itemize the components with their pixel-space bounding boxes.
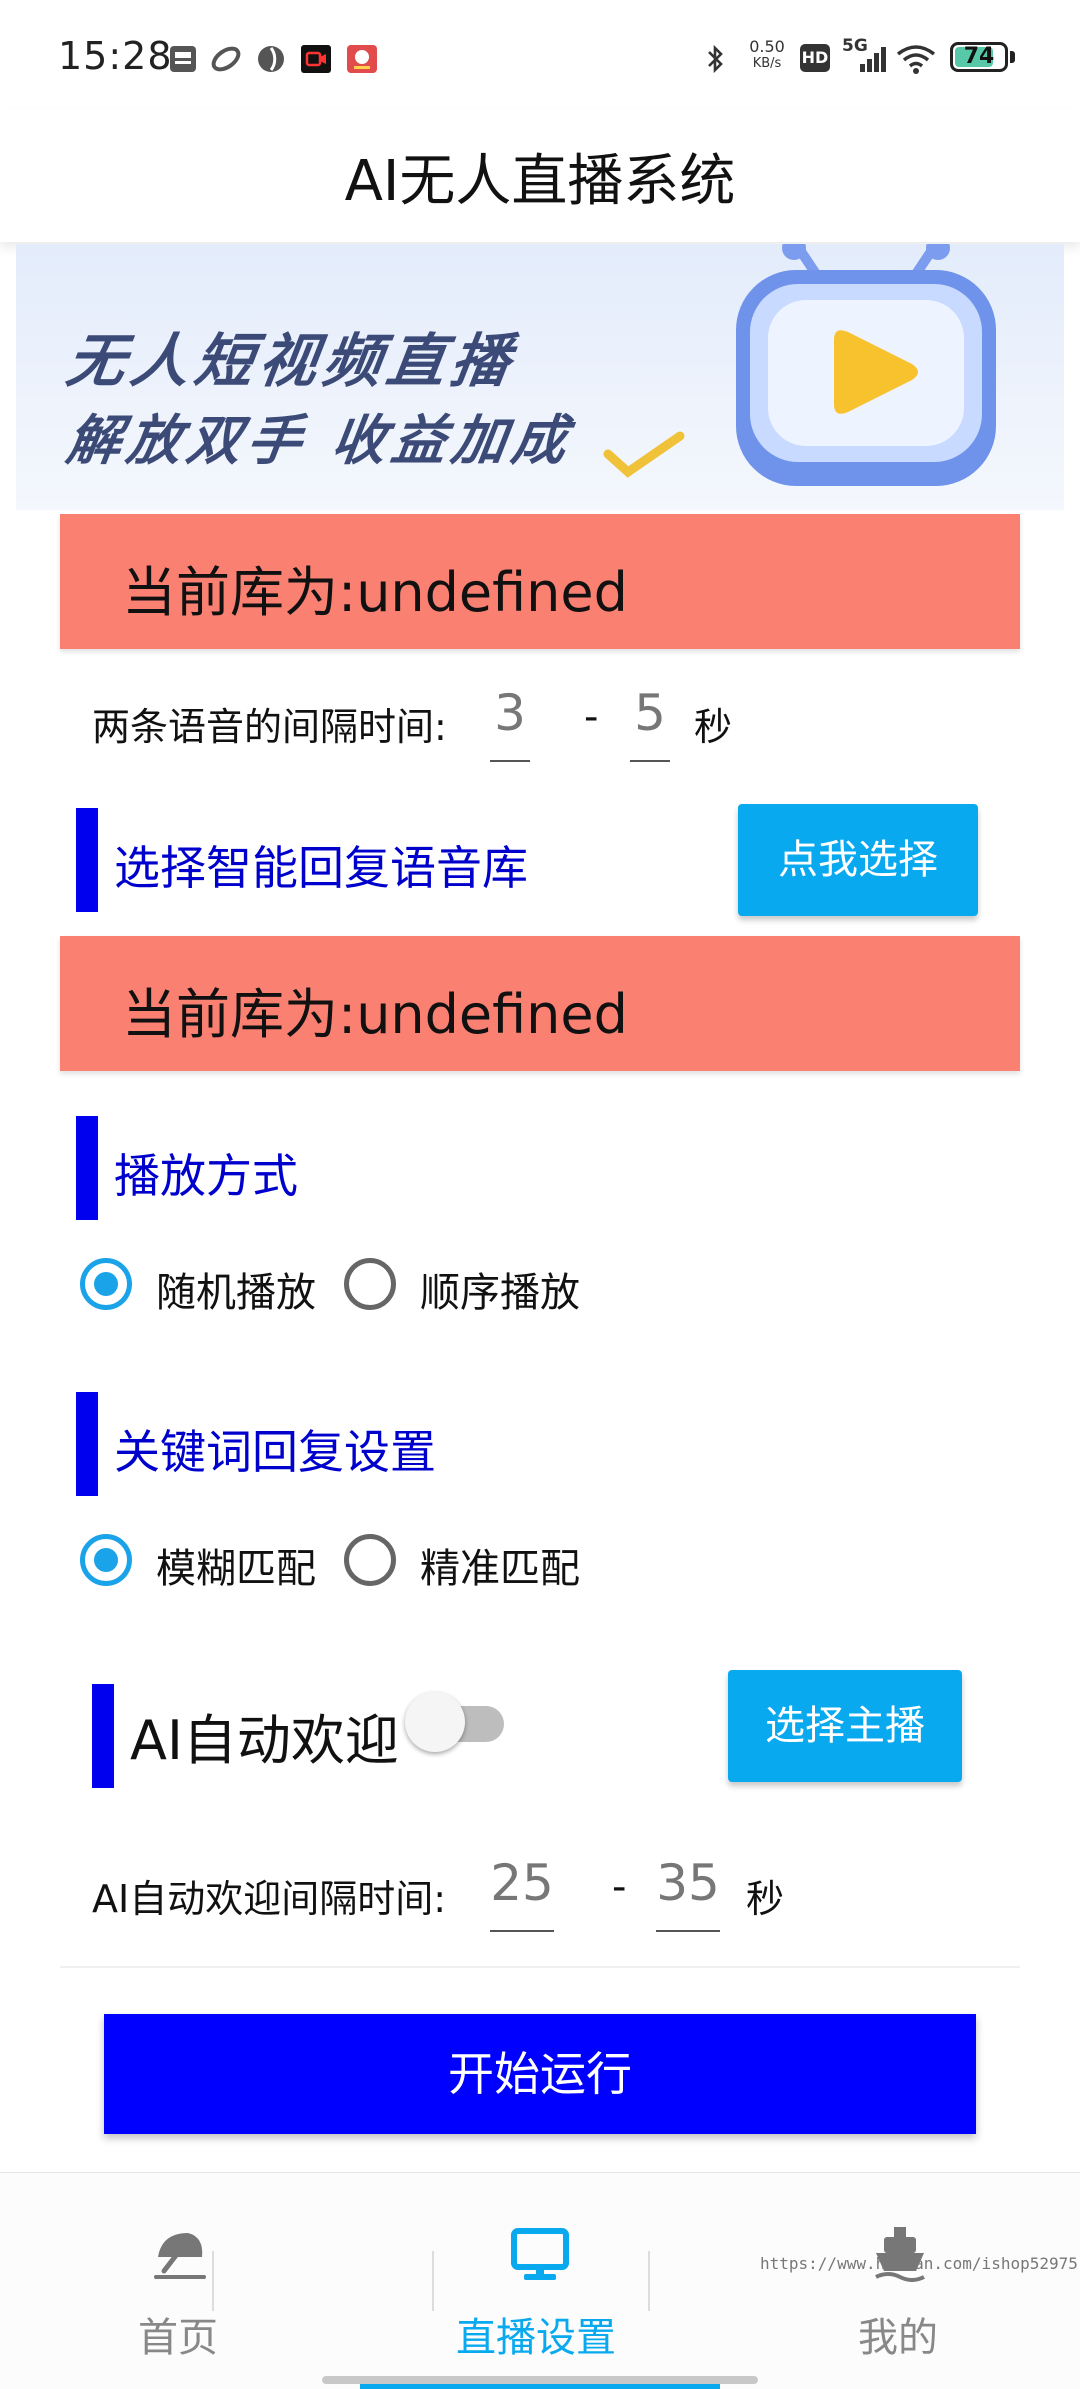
ship-icon [875,2227,925,2282]
nav-label-mine: 我的 [858,2315,938,2361]
wifi-icon [896,45,936,74]
network-speed-unit: KB/s [752,56,782,71]
voice-interval-max-input[interactable]: 5 [630,684,670,762]
nav-item-mine[interactable]: 我的 [810,2173,990,2379]
voice-interval-unit: 秒 [694,705,733,749]
welcome-interval-min-input[interactable]: 25 [490,1854,554,1932]
battery-percent: 74 [963,44,995,69]
voice-library-label: 当前库为:undefined [122,561,628,624]
nav-separator [648,2251,650,2311]
nav-item-home[interactable]: 首页 [90,2173,270,2379]
play-sequential-radio[interactable] [344,1258,396,1310]
inbox-notification-icon [170,46,196,72]
welcome-interval-max-input[interactable]: 35 [656,1854,720,1932]
voice-interval-min-input[interactable]: 3 [490,684,530,762]
play-random-label[interactable]: 随机播放 [156,1260,316,1318]
monitor-icon [511,2228,569,2280]
smart-reply-library-label: 当前库为:undefined [122,983,628,1046]
banner-subline: 解放双手 收益加成 [62,409,577,472]
network-speed: 0.50 KB/s [744,38,790,72]
status-bar: 15:28 0.50 KB/s HD 5G 74 [0,0,1080,110]
bluetooth-icon [708,44,723,74]
nav-item-live-settings[interactable]: 直播设置 [440,2173,640,2379]
smart-reply-library-status: 当前库为:undefined [60,936,1020,1071]
welcome-interval-separator: - [612,1864,627,1910]
divider [60,1966,1020,1968]
watermark: https://www.huzhan.com/ishop52975 [760,2254,1078,2273]
battery-tip [1010,51,1015,63]
voice-interval-separator: - [584,694,599,740]
smart-reply-title: 选择智能回复语音库 [114,841,528,895]
voice-interval-label: 两条语音的间隔时间: [92,705,447,749]
hd-badge: HD [800,44,830,72]
auto-welcome-title: AI自动欢迎 [130,1709,399,1772]
network-speed-value: 0.50 [749,37,785,56]
fuzzy-match-radio[interactable] [80,1534,132,1586]
nav-label-live-settings: 直播设置 [456,2315,616,2361]
exact-match-radio[interactable] [344,1534,396,1586]
video-notification-icon [301,45,331,73]
status-time: 15:28 [58,34,173,78]
welcome-interval-label: AI自动欢迎间隔时间: [92,1877,447,1921]
play-random-radio[interactable] [80,1258,132,1310]
banner-headline: 无人短视频直播 [62,327,521,395]
tv-play-icon [736,244,996,486]
nav-separator [432,2251,434,2311]
auto-welcome-toggle-knob[interactable] [405,1692,465,1752]
keyword-reply-title: 关键词回复设置 [114,1425,436,1479]
signal-icon [860,47,886,72]
play-sequential-label[interactable]: 顺序播放 [420,1260,580,1318]
welcome-interval-unit: 秒 [746,1877,785,1921]
choose-library-button[interactable]: 点我选择 [738,804,978,916]
link-notification-icon [211,46,241,72]
start-run-button[interactable]: 开始运行 [104,2014,976,2134]
app-notification-icon [258,46,284,72]
page-title: AI无人直播系统 [344,149,736,214]
gesture-home-bar[interactable] [322,2376,758,2384]
section-marker [76,1392,98,1496]
shop-notification-icon [347,45,377,73]
choose-host-button[interactable]: 选择主播 [728,1670,962,1782]
voice-library-status: 当前库为:undefined [60,514,1020,649]
exact-match-label[interactable]: 精准匹配 [420,1536,580,1594]
beach-umbrella-icon [154,2233,206,2279]
section-marker [76,1116,98,1220]
bottom-nav: 首页 直播设置 我的 [0,2172,1080,2389]
section-marker [76,808,98,912]
app-header: AI无人直播系统 [0,110,1080,242]
play-mode-title: 播放方式 [114,1149,298,1203]
promo-banner[interactable]: 无人短视频直播 解放双手 收益加成 [16,244,1064,510]
nav-label-home: 首页 [138,2315,218,2361]
battery-icon: 74 [950,42,1008,72]
fuzzy-match-label[interactable]: 模糊匹配 [156,1536,316,1594]
section-marker [92,1684,114,1788]
checkmark-icon [603,431,685,478]
